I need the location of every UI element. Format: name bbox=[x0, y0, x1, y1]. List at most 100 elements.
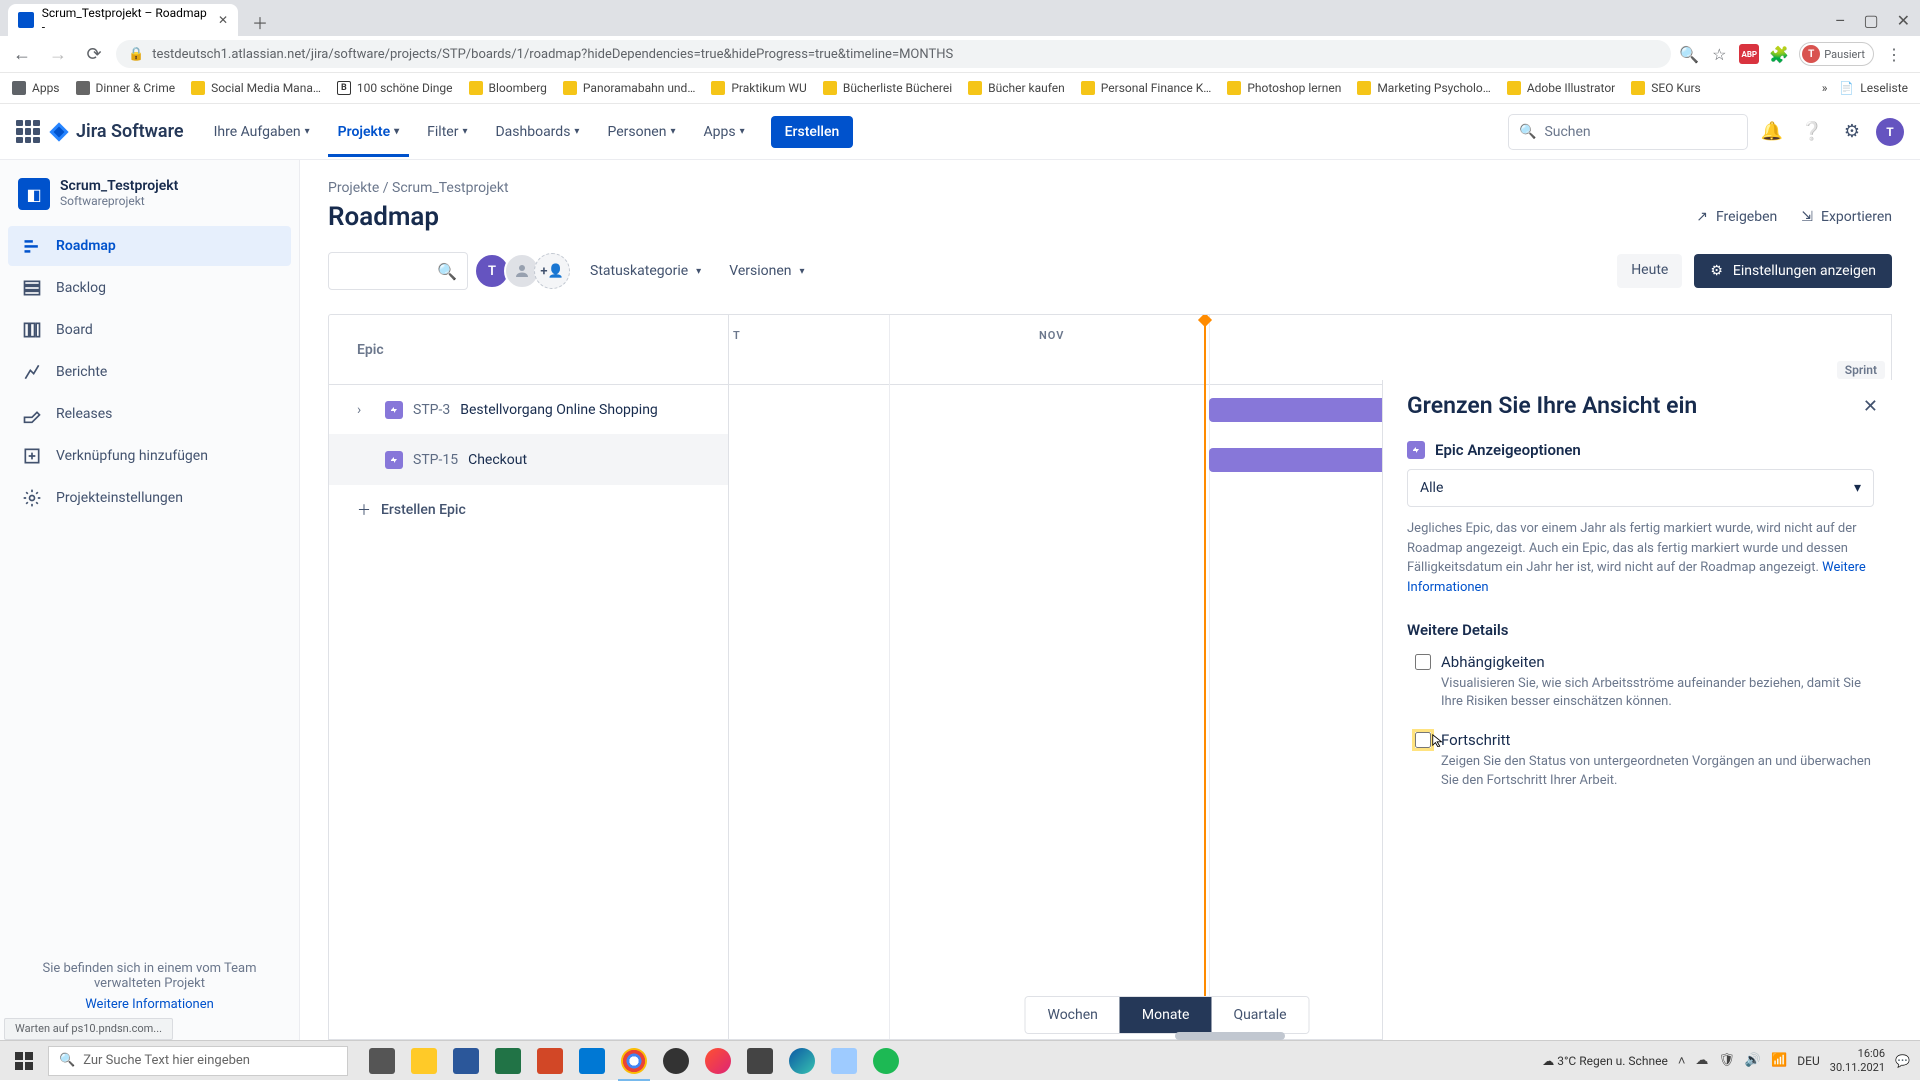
app-switcher-icon[interactable] bbox=[16, 120, 40, 144]
nav-your-work[interactable]: Ihre Aufgaben▾ bbox=[204, 116, 320, 148]
sidebar-item-settings[interactable]: Projekteinstellungen bbox=[8, 478, 291, 518]
view-settings-button[interactable]: ⚙ Einstellungen anzeigen bbox=[1694, 254, 1892, 288]
nav-dashboards[interactable]: Dashboards▾ bbox=[485, 116, 589, 148]
today-button[interactable]: Heute bbox=[1617, 254, 1682, 288]
bookmark-item[interactable]: B100 schöne Dinge bbox=[337, 81, 453, 95]
window-close-icon[interactable]: ✕ bbox=[1897, 11, 1910, 30]
add-people-button[interactable]: +👤 bbox=[534, 253, 570, 289]
chrome-menu-icon[interactable]: ⋮ bbox=[1884, 44, 1904, 64]
sidebar-item-label: Verknüpfung hinzufügen bbox=[56, 448, 208, 464]
sidebar-footer-text: Sie befinden sich in einem vom Team verw… bbox=[28, 961, 271, 991]
weather-widget[interactable]: ☁ 3°C Regen u. Schnee bbox=[1542, 1054, 1668, 1068]
help-icon[interactable]: ❔ bbox=[1796, 116, 1828, 148]
nav-filters[interactable]: Filter▾ bbox=[417, 116, 477, 148]
bookmark-item[interactable]: Dinner & Crime bbox=[76, 81, 176, 95]
explorer-icon[interactable] bbox=[404, 1041, 444, 1081]
roadmap-search-input[interactable]: 🔍 bbox=[328, 252, 468, 290]
sidebar-item-roadmap[interactable]: Roadmap bbox=[8, 226, 291, 266]
sidebar-item-reports[interactable]: Berichte bbox=[8, 352, 291, 392]
sidebar-item-backlog[interactable]: Backlog bbox=[8, 268, 291, 308]
abp-icon[interactable]: ABP bbox=[1739, 44, 1759, 64]
taskbar-clock[interactable]: 16:06 30.11.2021 bbox=[1830, 1047, 1885, 1073]
nav-people[interactable]: Personen▾ bbox=[597, 116, 685, 148]
export-button[interactable]: ⇲Exportieren bbox=[1801, 209, 1892, 225]
bookmark-item[interactable]: Personal Finance K… bbox=[1081, 81, 1212, 95]
task-view-icon[interactable] bbox=[362, 1041, 402, 1081]
epic-display-select[interactable]: Alle ▾ bbox=[1407, 469, 1874, 507]
chrome-icon[interactable] bbox=[614, 1041, 654, 1081]
zoom-weeks[interactable]: Wochen bbox=[1025, 997, 1119, 1033]
bookmark-item[interactable]: Adobe Illustrator bbox=[1507, 81, 1615, 95]
mail-icon[interactable] bbox=[572, 1041, 612, 1081]
create-button[interactable]: Erstellen bbox=[771, 116, 854, 148]
progress-checkbox[interactable] bbox=[1415, 732, 1431, 748]
powerpoint-icon[interactable] bbox=[530, 1041, 570, 1081]
notepad-icon[interactable] bbox=[824, 1041, 864, 1081]
horizontal-scrollbar[interactable] bbox=[1175, 1032, 1285, 1040]
system-tray[interactable]: ˄☁🛡🔊📶 bbox=[1678, 1053, 1787, 1069]
start-button[interactable] bbox=[0, 1041, 48, 1081]
epic-row[interactable]: › STP-3 Bestellvorgang Online Shopping bbox=[329, 385, 728, 435]
forward-button[interactable]: → bbox=[44, 40, 72, 68]
create-epic-button[interactable]: ＋ Erstellen Epic bbox=[329, 485, 728, 535]
dependencies-description: Visualisieren Sie, wie sich Arbeitsström… bbox=[1441, 675, 1874, 711]
address-bar[interactable]: 🔒 testdeutsch1.atlassian.net/jira/softwa… bbox=[116, 40, 1671, 68]
nav-projects[interactable]: Projekte▾ bbox=[328, 107, 410, 157]
user-avatar[interactable]: T bbox=[1876, 118, 1904, 146]
zoom-icon[interactable]: 🔍 bbox=[1679, 44, 1699, 64]
notifications-icon[interactable]: 🔔 bbox=[1756, 116, 1788, 148]
share-button[interactable]: ↗Freigeben bbox=[1696, 209, 1777, 225]
sidebar-footer-link[interactable]: Weitere Informationen bbox=[28, 997, 271, 1012]
close-panel-icon[interactable]: ✕ bbox=[1863, 396, 1878, 417]
dependencies-checkbox[interactable] bbox=[1415, 654, 1431, 670]
bookmark-apps[interactable]: Apps bbox=[12, 81, 60, 95]
bookmark-item[interactable]: Bücher kaufen bbox=[968, 81, 1065, 95]
zoom-quarters[interactable]: Quartale bbox=[1211, 997, 1308, 1033]
taskbar-search-input[interactable]: 🔍 Zur Suche Text hier eingeben bbox=[48, 1046, 348, 1076]
language-indicator[interactable]: DEU bbox=[1797, 1054, 1819, 1068]
window-minimize-icon[interactable]: – bbox=[1835, 11, 1846, 30]
edge-icon[interactable] bbox=[782, 1041, 822, 1081]
window-maximize-icon[interactable]: ▢ bbox=[1863, 11, 1878, 30]
reading-list-button[interactable]: 📄 Leseliste bbox=[1839, 81, 1908, 95]
bookmark-item[interactable]: Bücherliste Bücherei bbox=[823, 81, 952, 95]
bookmark-item[interactable]: Praktikum WU bbox=[711, 81, 806, 95]
nav-apps[interactable]: Apps▾ bbox=[694, 116, 755, 148]
bookmark-item[interactable]: SEO Kurs bbox=[1631, 81, 1700, 95]
bookmark-item[interactable]: Panoramabahn und… bbox=[563, 81, 695, 95]
browser-tab[interactable]: Scrum_Testprojekt – Roadmap - ✕ bbox=[8, 4, 238, 36]
obs-icon[interactable] bbox=[656, 1041, 696, 1081]
header-search-input[interactable]: 🔍 Suchen bbox=[1508, 114, 1748, 150]
epic-row[interactable]: STP-15 Checkout bbox=[329, 435, 728, 485]
sidebar-item-board[interactable]: Board bbox=[8, 310, 291, 350]
spotify-icon[interactable] bbox=[866, 1041, 906, 1081]
profile-chip[interactable]: T Pausiert bbox=[1799, 42, 1874, 66]
bookmark-star-icon[interactable]: ☆ bbox=[1709, 44, 1729, 64]
sidebar-item-releases[interactable]: Releases bbox=[8, 394, 291, 434]
expand-epic-icon[interactable]: › bbox=[357, 402, 375, 418]
bookmark-item[interactable]: Social Media Mana… bbox=[191, 81, 321, 95]
bookmarks-overflow[interactable]: » bbox=[1822, 81, 1828, 95]
back-button[interactable]: ← bbox=[8, 40, 36, 68]
zoom-months[interactable]: Monate bbox=[1120, 997, 1212, 1033]
reload-button[interactable]: ⟳ bbox=[80, 40, 108, 68]
settings-gear-icon[interactable]: ⚙ bbox=[1836, 116, 1868, 148]
tab-close-icon[interactable]: ✕ bbox=[218, 13, 228, 27]
sidebar-item-add-link[interactable]: Verknüpfung hinzufügen bbox=[8, 436, 291, 476]
word-icon[interactable] bbox=[446, 1041, 486, 1081]
status-category-filter[interactable]: Statuskategorie▾ bbox=[582, 263, 709, 279]
bookmark-item[interactable]: Photoshop lernen bbox=[1227, 81, 1341, 95]
app-icon[interactable] bbox=[740, 1041, 780, 1081]
new-tab-button[interactable]: ＋ bbox=[246, 8, 274, 36]
versions-filter[interactable]: Versionen▾ bbox=[721, 263, 812, 279]
bookmark-item[interactable]: Bloomberg bbox=[469, 81, 547, 95]
notification-center-icon[interactable]: 💬 bbox=[1895, 1054, 1910, 1068]
extensions-icon[interactable]: 🧩 bbox=[1769, 44, 1789, 64]
app-icon[interactable] bbox=[698, 1041, 738, 1081]
excel-icon[interactable] bbox=[488, 1041, 528, 1081]
breadcrumb-projects[interactable]: Projekte bbox=[328, 180, 379, 196]
zoom-tabs: Wochen Monate Quartale bbox=[1024, 996, 1309, 1034]
bookmark-item[interactable]: Marketing Psycholo… bbox=[1357, 81, 1490, 95]
breadcrumb-project[interactable]: Scrum_Testprojekt bbox=[392, 180, 509, 196]
jira-logo[interactable]: Jira Software bbox=[48, 121, 184, 143]
